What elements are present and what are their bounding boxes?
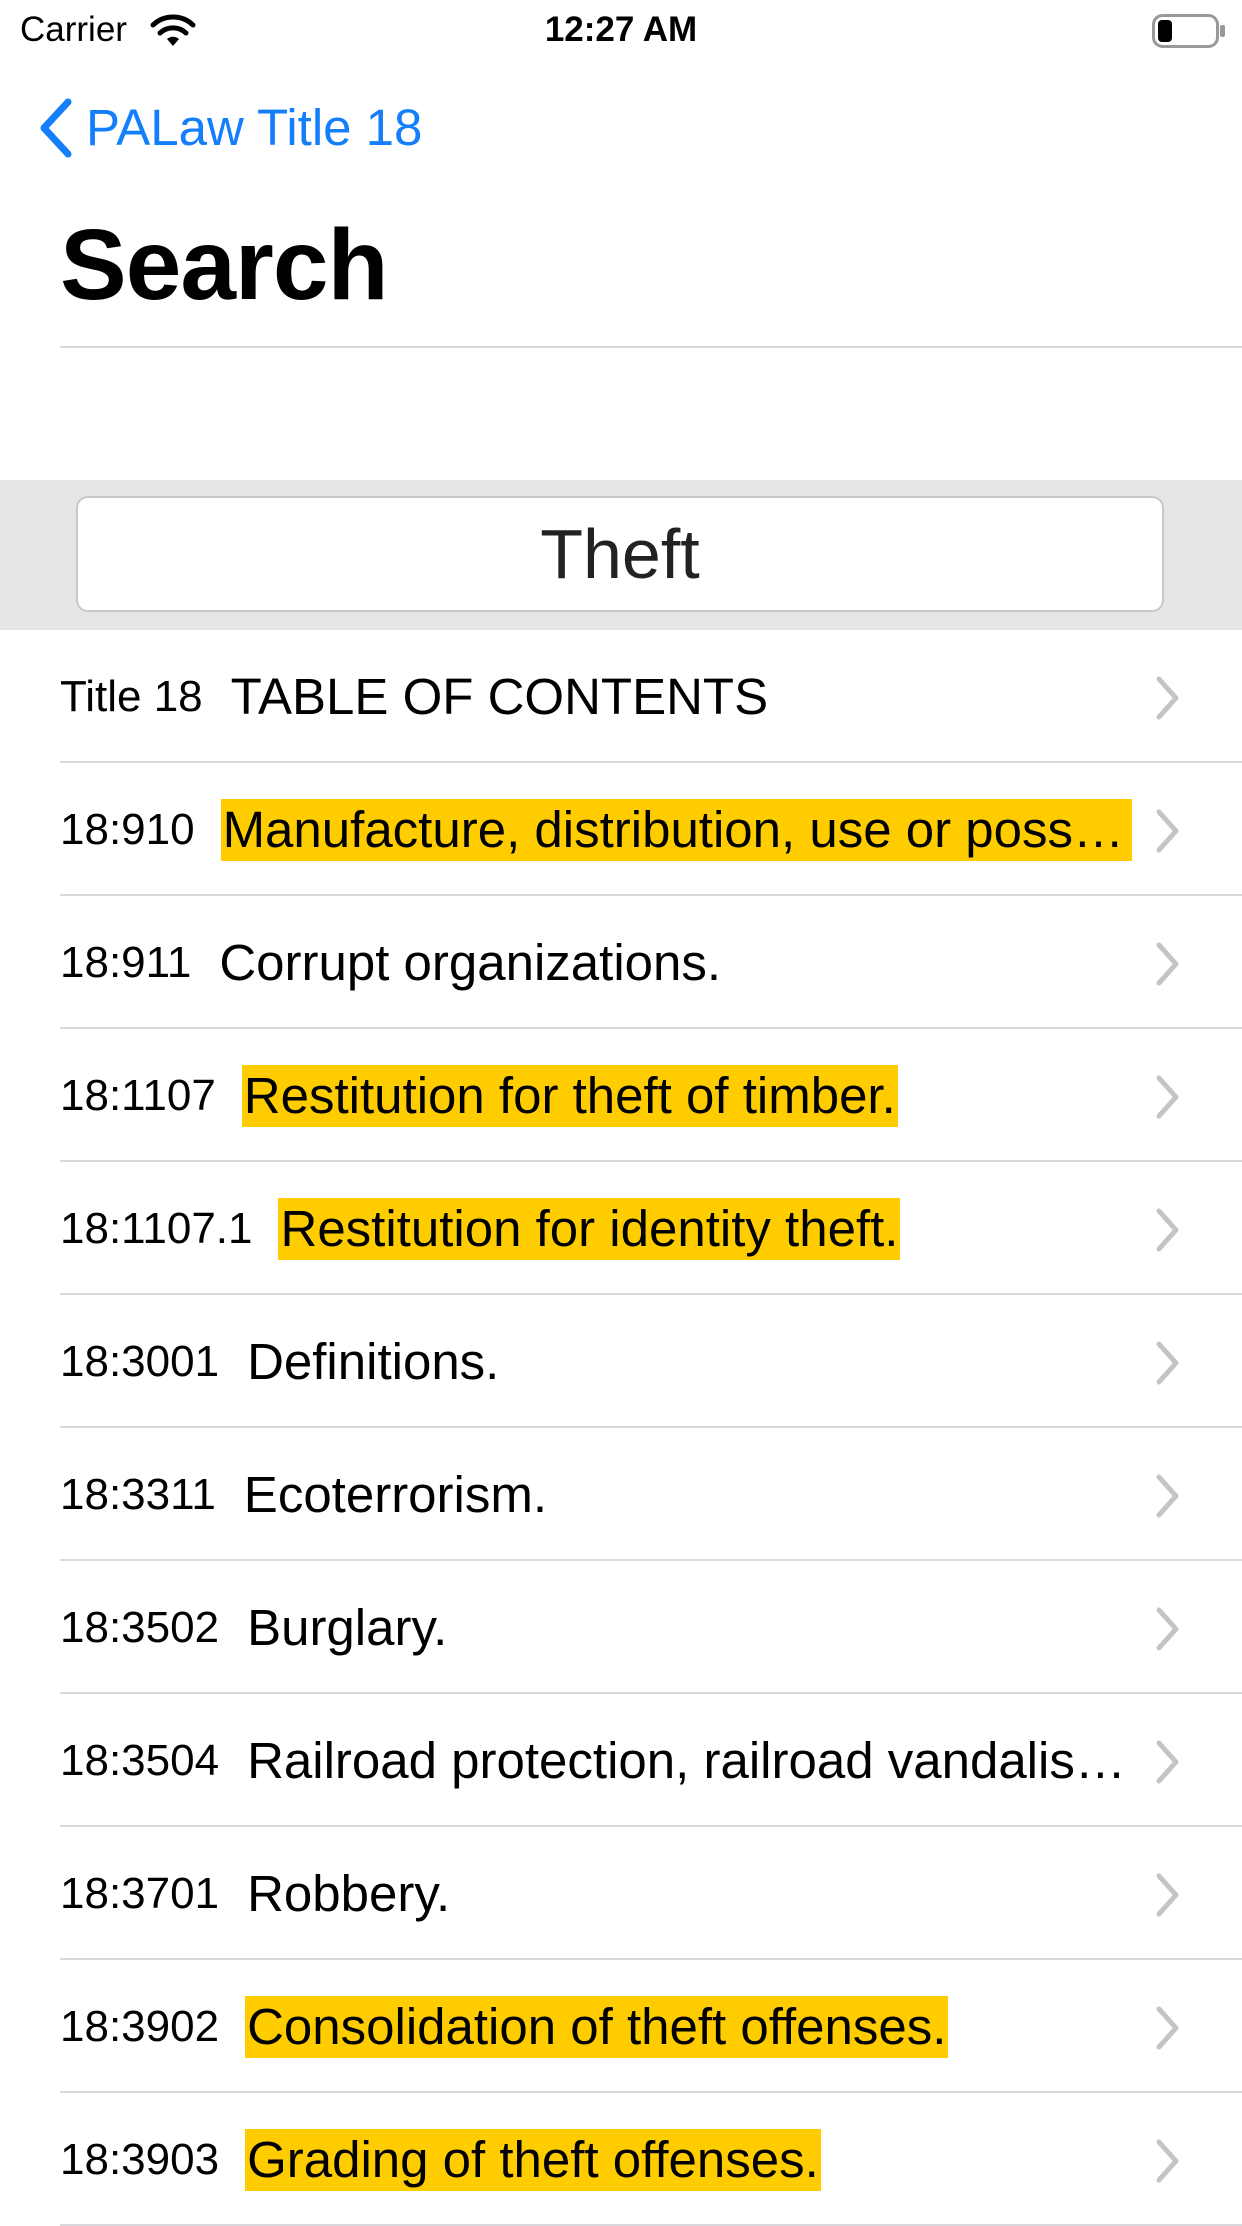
status-time: 12:27 AM <box>544 10 698 49</box>
section-title: Definitions. <box>247 1332 500 1390</box>
search-input[interactable] <box>76 496 1164 612</box>
results-list: Title 18 TABLE OF CONTENTS 18:910 Manufactu… <box>0 630 1242 2226</box>
chevron-right-icon <box>1156 1740 1179 1784</box>
list-item-content: 18:3902 Consolidation of theft offenses. <box>60 1960 1132 2093</box>
list-item-content: 18:911 Corrupt organizations. <box>60 896 1132 1029</box>
section-title: Ecoterrorism. <box>243 1465 548 1523</box>
status-bar: Carrier 12:27 AM <box>0 0 1242 60</box>
list-item[interactable]: 18:3903 Grading of theft offenses. <box>0 2093 1242 2226</box>
list-item[interactable]: 18:910 Manufacture, distribution, use or … <box>0 763 1242 896</box>
section-number: 18:3902 <box>60 2001 220 2051</box>
list-item-content: Title 18 TABLE OF CONTENTS <box>60 630 1132 763</box>
section-title: TABLE OF CONTENTS <box>230 667 769 725</box>
battery-icon <box>1152 14 1225 48</box>
section-number: 18:3701 <box>60 1868 220 1918</box>
section-number: 18:1107 <box>60 1070 216 1120</box>
section-number: 18:910 <box>60 804 195 854</box>
search-bar <box>0 480 1242 630</box>
list-item-content: 18:3903 Grading of theft offenses. <box>60 2093 1132 2226</box>
section-title-highlighted: Grading of theft offenses. <box>245 2128 821 2191</box>
list-item[interactable]: 18:3902 Consolidation of theft offenses. <box>0 1960 1242 2093</box>
list-item[interactable]: 18:1107 Restitution for theft of timber. <box>0 1029 1242 1162</box>
section-title: Robbery. <box>247 1864 451 1922</box>
chevron-right-icon <box>1156 1607 1179 1651</box>
list-item-content: 18:3502 Burglary. <box>60 1561 1132 1694</box>
chevron-right-icon <box>1156 676 1179 720</box>
section-number: Title 18 <box>60 671 203 721</box>
chevron-right-icon <box>1156 1075 1179 1119</box>
section-title-highlighted: Restitution for identity theft. <box>278 1197 901 1260</box>
list-item[interactable]: 18:1107.1 Restitution for identity theft. <box>0 1162 1242 1295</box>
section-number: 18:3502 <box>60 1602 220 1652</box>
section-title: Railroad protection, railroad vandalism … <box>247 1731 1132 1789</box>
chevron-right-icon <box>1156 2139 1179 2183</box>
list-item-content: 18:3001 Definitions. <box>60 1295 1132 1428</box>
chevron-right-icon <box>1156 1474 1179 1518</box>
list-item-content: 18:3504 Railroad protection, railroad van… <box>60 1694 1132 1827</box>
section-number: 18:3903 <box>60 2134 220 2184</box>
list-item-content: 18:3311 Ecoterrorism. <box>60 1428 1132 1561</box>
list-item-content: 18:3701 Robbery. <box>60 1827 1132 1960</box>
list-item-content: 18:1107.1 Restitution for identity theft. <box>60 1162 1132 1295</box>
section-title: Burglary. <box>247 1598 448 1656</box>
list-item[interactable]: 18:3504 Railroad protection, railroad van… <box>0 1694 1242 1827</box>
section-number: 18:3311 <box>60 1469 216 1519</box>
section-number: 18:3001 <box>60 1336 220 1386</box>
section-title: Corrupt organizations. <box>219 933 722 991</box>
chevron-right-icon <box>1156 1873 1179 1917</box>
list-item-content: 18:1107 Restitution for theft of timber. <box>60 1029 1132 1162</box>
list-item[interactable]: 18:3502 Burglary. <box>0 1561 1242 1694</box>
section-title-highlighted: Restitution for theft of timber. <box>241 1064 898 1127</box>
list-item[interactable]: 18:3001 Definitions. <box>0 1295 1242 1428</box>
title-divider <box>60 346 1242 348</box>
page-title: Search <box>60 209 389 321</box>
section-title-highlighted: Manufacture, distribution, use or posses… <box>220 798 1132 861</box>
back-button[interactable]: PALaw Title 18 <box>36 95 422 161</box>
chevron-right-icon <box>1156 809 1179 853</box>
list-item[interactable]: Title 18 TABLE OF CONTENTS <box>0 630 1242 763</box>
back-button-label: PALaw Title 18 <box>86 99 423 156</box>
chevron-right-icon <box>1156 1208 1179 1252</box>
section-number: 18:911 <box>60 937 192 987</box>
list-item-content: 18:910 Manufacture, distribution, use or … <box>60 763 1132 896</box>
section-title-highlighted: Consolidation of theft offenses. <box>245 1995 949 2058</box>
chevron-left-icon <box>40 98 72 158</box>
chevron-right-icon <box>1156 2006 1179 2050</box>
chevron-right-icon <box>1156 1341 1179 1385</box>
section-number: 18:3504 <box>60 1735 220 1785</box>
list-item[interactable]: 18:911 Corrupt organizations. <box>0 896 1242 1029</box>
section-number: 18:1107.1 <box>60 1203 253 1253</box>
list-item[interactable]: 18:3311 Ecoterrorism. <box>0 1428 1242 1561</box>
chevron-right-icon <box>1156 942 1179 986</box>
list-item[interactable]: 18:3701 Robbery. <box>0 1827 1242 1960</box>
